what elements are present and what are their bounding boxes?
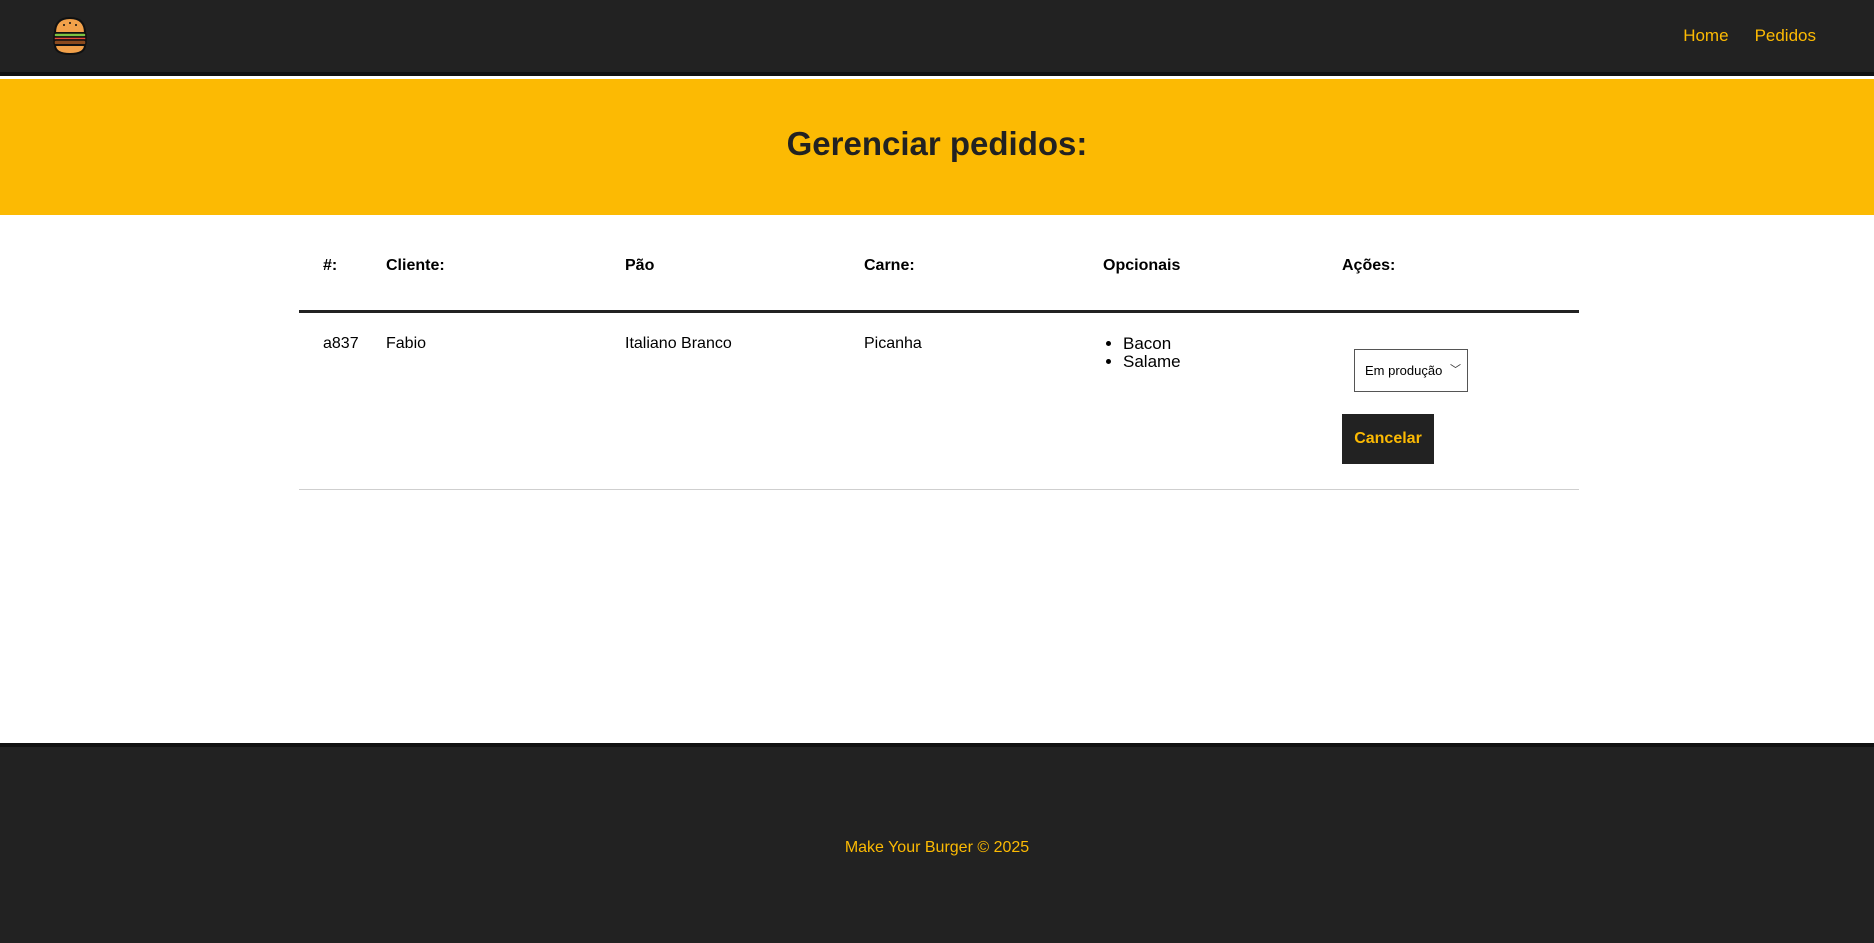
navbar: Home Pedidos [0,0,1874,76]
footer: Make Your Burger © 2025 [0,743,1874,943]
order-optionals: Bacon Salame [1103,335,1342,489]
header-id: #: [323,256,338,274]
header-bread: Pão [625,256,655,274]
optionals-list: Bacon Salame [1103,335,1342,371]
order-meat: Picanha [864,335,922,352]
optional-item: Bacon [1123,335,1342,353]
order-actions: Em produção ﹀ Cancelar [1342,335,1579,489]
order-id: a837 [323,335,359,352]
footer-copyright: Make Your Burger © 2025 [844,839,1030,856]
nav-links: Home Pedidos [1683,26,1816,46]
header-client: Cliente: [386,256,445,274]
orders-table: #: Cliente: Pão Carne: Opcionais Ações: … [299,215,1579,490]
page-title: Gerenciar pedidos: [786,125,1088,162]
status-select-value: Em produção [1365,363,1443,378]
optional-item: Salame [1123,353,1342,371]
header-actions: Ações: [1342,256,1396,274]
cancel-button[interactable]: Cancelar [1342,414,1434,464]
status-select[interactable]: Em produção ﹀ [1354,349,1468,392]
page-banner: Gerenciar pedidos: [0,79,1874,215]
order-client: Fabio [386,335,427,352]
header-optionals: Opcionais [1103,256,1181,274]
nav-link-home[interactable]: Home [1683,26,1728,46]
table-header: #: Cliente: Pão Carne: Opcionais Ações: [299,215,1579,313]
burger-icon[interactable] [52,16,88,56]
header-meat: Carne: [864,256,915,274]
table-row: a837 Fabio Italiano Branco Picanha Bacon… [299,313,1579,490]
chevron-down-icon: ﹀ [1450,364,1461,376]
order-bread: Italiano Branco [625,335,732,352]
nav-link-pedidos[interactable]: Pedidos [1755,26,1816,46]
